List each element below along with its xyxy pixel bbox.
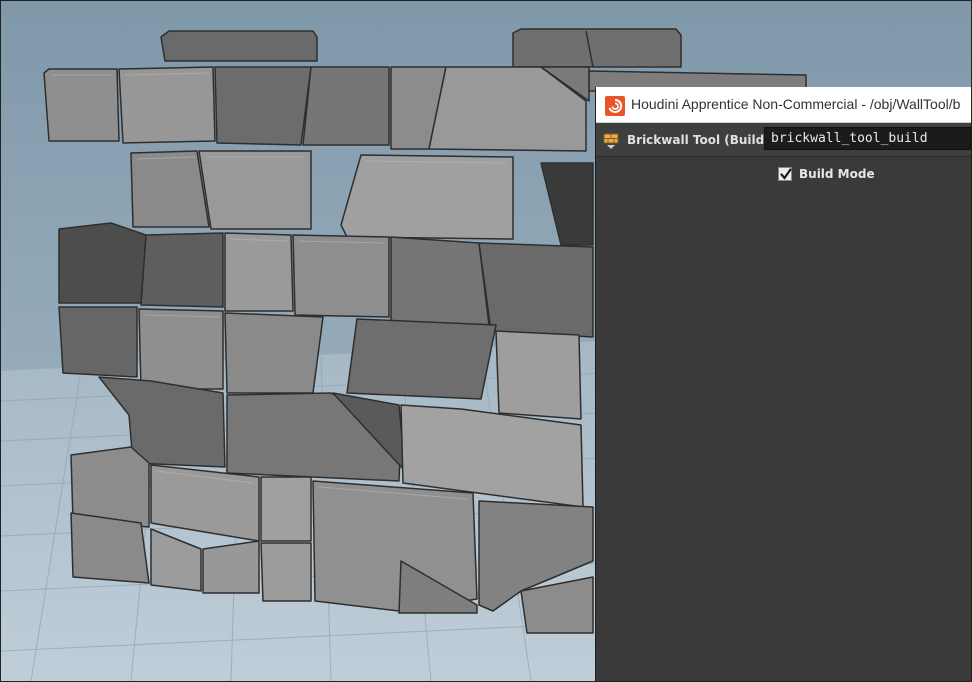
operator-type-label: Brickwall Tool (Build): [627, 133, 770, 147]
houdini-swirl-icon: [605, 96, 625, 116]
screenshot-frame: Houdini Apprentice Non-Commercial - /obj…: [0, 0, 972, 682]
build-mode-checkbox[interactable]: [778, 167, 792, 181]
checkmark-icon: [780, 168, 792, 180]
node-name-field[interactable]: [764, 127, 971, 150]
operator-header: Brickwall Tool (Build): [596, 123, 971, 157]
window-title: Houdini Apprentice Non-Commercial - /obj…: [631, 96, 961, 112]
build-mode-label: Build Mode: [799, 167, 875, 181]
floating-parameter-window[interactable]: Houdini Apprentice Non-Commercial - /obj…: [595, 87, 971, 681]
brick-tool-icon[interactable]: [603, 132, 619, 150]
build-mode-toggle-row[interactable]: Build Mode: [778, 165, 875, 183]
window-titlebar[interactable]: Houdini Apprentice Non-Commercial - /obj…: [596, 87, 971, 123]
